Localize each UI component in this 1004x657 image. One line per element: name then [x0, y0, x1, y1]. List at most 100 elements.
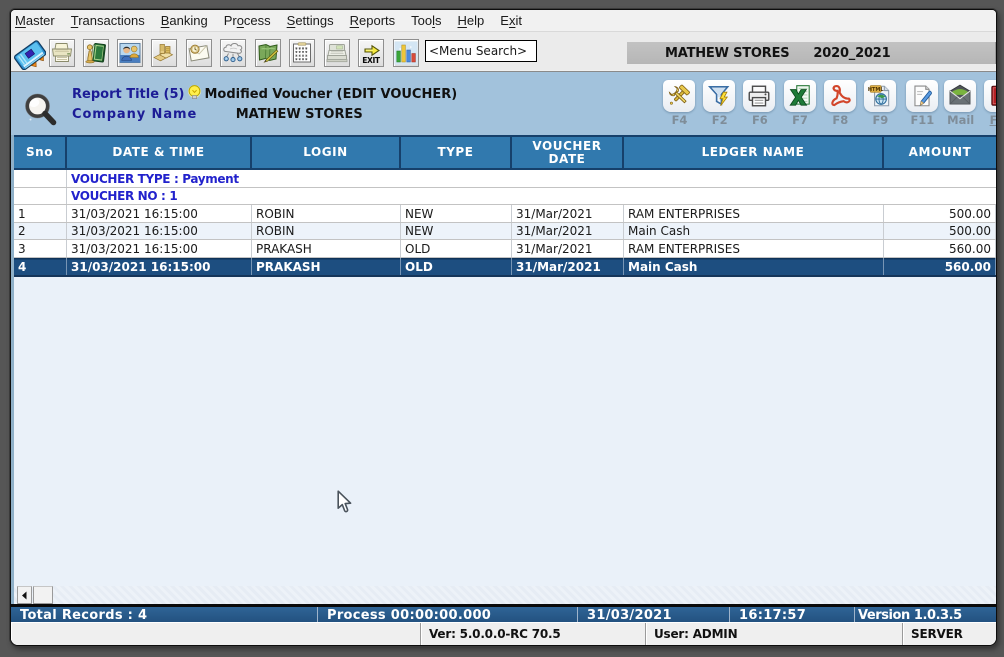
status-cell: User: ADMIN [645, 623, 902, 646]
edit-note-icon [909, 83, 935, 109]
toolbar-audit-clipboard-button[interactable] [186, 39, 212, 67]
app-window: MasterTransactionsBankingProcessSettings… [10, 9, 997, 646]
cell-type: OLD [401, 258, 512, 275]
column-header-login[interactable]: LOGIN [252, 137, 401, 168]
group-row-sno-cell [14, 188, 67, 205]
gold-stack-icon [152, 41, 176, 65]
toolbar-spreadsheet-button[interactable] [289, 39, 315, 67]
menu-item-process[interactable]: Process [216, 11, 279, 30]
desktop-background: MasterTransactionsBankingProcessSettings… [0, 0, 1004, 657]
cell-amount: 500.00 [884, 223, 996, 240]
toolbar-exit-button[interactable] [358, 39, 384, 67]
horizontal-scrollbar[interactable] [14, 586, 997, 604]
action-key-label: Fav [984, 113, 997, 127]
report-title-label: Report Title (5) [72, 87, 184, 102]
cell-amount: 560.00 [884, 258, 996, 275]
table-row-1[interactable]: 131/03/2021 16:15:00ROBINNEW31/Mar/2021R… [14, 205, 996, 223]
audit-clipboard-icon [187, 41, 211, 65]
cell-login: PRAKASH [252, 258, 401, 275]
company-name-label: MATHEW STORES [665, 46, 789, 61]
report-header-band: Report Title (5)Modified Voucher (EDIT V… [11, 71, 996, 136]
menu-item-master[interactable]: Master [10, 11, 63, 30]
scroll-left-button[interactable] [17, 586, 32, 604]
cell-login: ROBIN [252, 205, 401, 222]
report-grid: SnoDATE & TIMELOGINTYPEVOUCHERDATELEDGER… [11, 135, 996, 604]
toolbar-ledger-book-button[interactable] [13, 40, 47, 70]
action-settings-tools-button[interactable] [663, 80, 695, 112]
cell-ledger: Main Cash [624, 223, 884, 240]
bar-chart-icon [394, 41, 418, 65]
action-key-label: F11 [906, 113, 939, 127]
status-cell [11, 623, 420, 646]
network-icon [221, 41, 245, 65]
action-edit-note-button[interactable] [906, 80, 938, 112]
toolbar-cash-register-button[interactable] [324, 39, 350, 67]
cell-voucher_date: 31/Mar/2021 [512, 258, 624, 275]
action-filter-button[interactable] [703, 80, 735, 112]
cell-amount: 560.00 [884, 240, 996, 257]
menu-search-input[interactable] [425, 40, 537, 62]
menu-item-settings[interactable]: Settings [279, 11, 342, 30]
magnifier-icon [22, 92, 61, 131]
toolbar-printer-button[interactable] [49, 39, 75, 67]
cell-datetime: 31/03/2021 16:15:00 [67, 223, 252, 240]
settings-tools-icon [666, 83, 692, 109]
toolbar-gold-stack-button[interactable] [151, 39, 177, 67]
action-key-label: Mail [944, 113, 977, 127]
grid-header-row: SnoDATE & TIMELOGINTYPEVOUCHERDATELEDGER… [14, 135, 996, 170]
cell-type: NEW [401, 223, 512, 240]
menu-item-reports[interactable]: Reports [342, 11, 404, 30]
menu-item-exit[interactable]: Exit [492, 11, 530, 30]
action-key-label: F6 [743, 113, 776, 127]
column-header-voucher-date[interactable]: VOUCHERDATE [512, 137, 624, 168]
toolbar-network-button[interactable] [220, 39, 246, 67]
action-key-label: F8 [824, 113, 857, 127]
table-row-2[interactable]: 231/03/2021 16:15:00ROBINNEW31/Mar/2021M… [14, 223, 996, 241]
cell-sno: 3 [14, 240, 67, 257]
cell-datetime: 31/03/2021 16:15:00 [67, 205, 252, 222]
column-header-type[interactable]: TYPE [401, 137, 512, 168]
cell-type: NEW [401, 205, 512, 222]
menu-item-tools[interactable]: Tools [403, 11, 449, 30]
group-row-label: VOUCHER TYPE : Payment [67, 170, 996, 187]
action-html-button[interactable] [864, 80, 896, 112]
status-cell: Ver: 5.0.0.0-RC 70.5 [420, 623, 645, 646]
print-icon [746, 83, 772, 109]
spreadsheet-icon [290, 41, 314, 65]
table-row-4[interactable]: 431/03/2021 16:15:00PRAKASHOLD31/Mar/202… [14, 258, 996, 277]
cell-amount: 500.00 [884, 205, 996, 222]
toolbar-account-books-button[interactable] [83, 39, 109, 67]
action-key-label: F4 [663, 113, 696, 127]
cell-ledger: Main Cash [624, 258, 884, 275]
group-row[interactable]: VOUCHER NO : 1 [14, 188, 996, 206]
action-mail-button[interactable] [944, 80, 976, 112]
column-header-ledger-name[interactable]: LEDGER NAME [624, 137, 884, 168]
toolbar-users-button[interactable] [117, 39, 143, 67]
scrollbar-thumb[interactable] [33, 586, 53, 604]
cell-type: OLD [401, 240, 512, 257]
report-title-row: Report Title (5)Modified Voucher (EDIT V… [72, 85, 457, 104]
action-print-button[interactable] [743, 80, 775, 112]
group-row[interactable]: VOUCHER TYPE : Payment [14, 170, 996, 188]
company-label: Company Name [72, 107, 197, 122]
cell-login: ROBIN [252, 223, 401, 240]
cell-ledger: RAM ENTERPRISES [624, 205, 884, 222]
menu-item-help[interactable]: Help [450, 11, 493, 30]
column-header-date-time[interactable]: DATE & TIME [67, 137, 252, 168]
group-row-sno-cell [14, 170, 67, 187]
cell-login: PRAKASH [252, 240, 401, 257]
column-header-sno[interactable]: Sno [14, 137, 67, 168]
menu-item-transactions[interactable]: Transactions [63, 11, 153, 30]
menu-item-banking[interactable]: Banking [153, 11, 216, 30]
toolbar-journal-edit-button[interactable] [255, 39, 281, 67]
cell-datetime: 31/03/2021 16:15:00 [67, 258, 252, 275]
toolbar-bar-chart-button[interactable] [393, 39, 419, 67]
cell-voucher_date: 31/Mar/2021 [512, 223, 624, 240]
table-row-3[interactable]: 331/03/2021 16:15:00PRAKASHOLD31/Mar/202… [14, 240, 996, 258]
action-favorites-book-button[interactable] [984, 80, 997, 112]
action-excel-button[interactable] [784, 80, 816, 112]
action-pdf-button[interactable] [824, 80, 856, 112]
action-key-label: F7 [784, 113, 817, 127]
column-header-amount[interactable]: AMOUNT [884, 137, 996, 168]
action-key-label: F2 [703, 113, 736, 127]
